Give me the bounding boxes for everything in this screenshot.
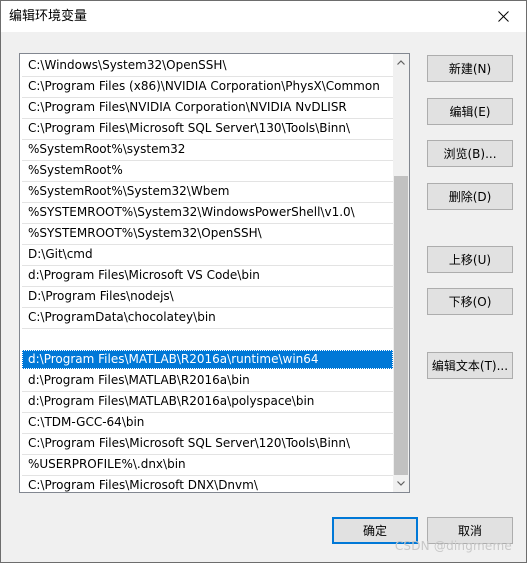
scroll-thumb[interactable] bbox=[394, 176, 408, 475]
close-icon bbox=[497, 11, 509, 22]
scroll-down-button[interactable] bbox=[393, 475, 409, 492]
edit-environment-variable-dialog: 编辑环境变量 C:\Windows\System32\OpenSSH\ C:\Pr… bbox=[0, 0, 527, 563]
move-up-button[interactable]: 上移(U) bbox=[427, 246, 513, 273]
watermark-text: CSDN @dingmeme bbox=[394, 539, 512, 553]
list-item[interactable]: C:\Program Files\Microsoft SQL Server\13… bbox=[22, 119, 393, 138]
list-item[interactable]: %SystemRoot%\system32 bbox=[22, 140, 393, 159]
vertical-scrollbar[interactable] bbox=[393, 54, 409, 492]
new-button[interactable]: 新建(N) bbox=[427, 55, 513, 82]
list-item[interactable]: d:\Program Files\MATLAB\R2016a\polyspace… bbox=[22, 392, 393, 411]
list-item[interactable]: C:\TDM-GCC-64\bin bbox=[22, 413, 393, 432]
list-item[interactable]: C:\Program Files\Microsoft SQL Server\12… bbox=[22, 434, 393, 453]
path-list[interactable]: C:\Windows\System32\OpenSSH\ C:\Program F… bbox=[19, 53, 410, 493]
list-item[interactable]: %SYSTEMROOT%\System32\WindowsPowerShell\… bbox=[22, 203, 393, 222]
title-bar: 编辑环境变量 bbox=[1, 1, 526, 32]
chevron-up-icon bbox=[397, 60, 405, 65]
dialog-title: 编辑环境变量 bbox=[9, 9, 88, 24]
list-item[interactable] bbox=[22, 329, 393, 348]
list-item[interactable]: %SystemRoot% bbox=[22, 161, 393, 180]
list-item[interactable]: d:\Program Files\MATLAB\R2016a\bin bbox=[22, 371, 393, 390]
list-item[interactable]: C:\Program Files\NVIDIA Corporation\NVID… bbox=[22, 98, 393, 117]
scroll-up-button[interactable] bbox=[393, 54, 409, 71]
browse-button[interactable]: 浏览(B)... bbox=[427, 140, 513, 167]
list-item[interactable]: C:\Program Files (x86)\NVIDIA Corporatio… bbox=[22, 77, 393, 96]
list-item[interactable]: C:\Windows\System32\OpenSSH\ bbox=[22, 56, 393, 75]
move-down-button[interactable]: 下移(O) bbox=[427, 288, 513, 315]
list-item[interactable]: D:\Program Files\nodejs\ bbox=[22, 287, 393, 306]
list-item[interactable]: d:\Program Files\Microsoft VS Code\bin bbox=[22, 266, 393, 285]
list-item[interactable]: D:\Git\cmd bbox=[22, 245, 393, 264]
delete-button[interactable]: 删除(D) bbox=[427, 183, 513, 210]
list-item[interactable]: %USERPROFILE%\.dnx\bin bbox=[22, 455, 393, 474]
chevron-down-icon bbox=[397, 481, 405, 486]
edit-button[interactable]: 编辑(E) bbox=[427, 98, 513, 125]
close-button[interactable] bbox=[480, 1, 526, 32]
list-item[interactable]: C:\Program Files\Microsoft DNX\Dnvm\ bbox=[22, 476, 393, 492]
edit-text-button[interactable]: 编辑文本(T)... bbox=[427, 352, 513, 379]
list-item[interactable]: C:\ProgramData\chocolatey\bin bbox=[22, 308, 393, 327]
list-item[interactable]: %SYSTEMROOT%\System32\OpenSSH\ bbox=[22, 224, 393, 243]
list-item-selected[interactable]: d:\Program Files\MATLAB\R2016a\runtime\w… bbox=[22, 350, 393, 369]
list-item[interactable]: %SystemRoot%\System32\Wbem bbox=[22, 182, 393, 201]
